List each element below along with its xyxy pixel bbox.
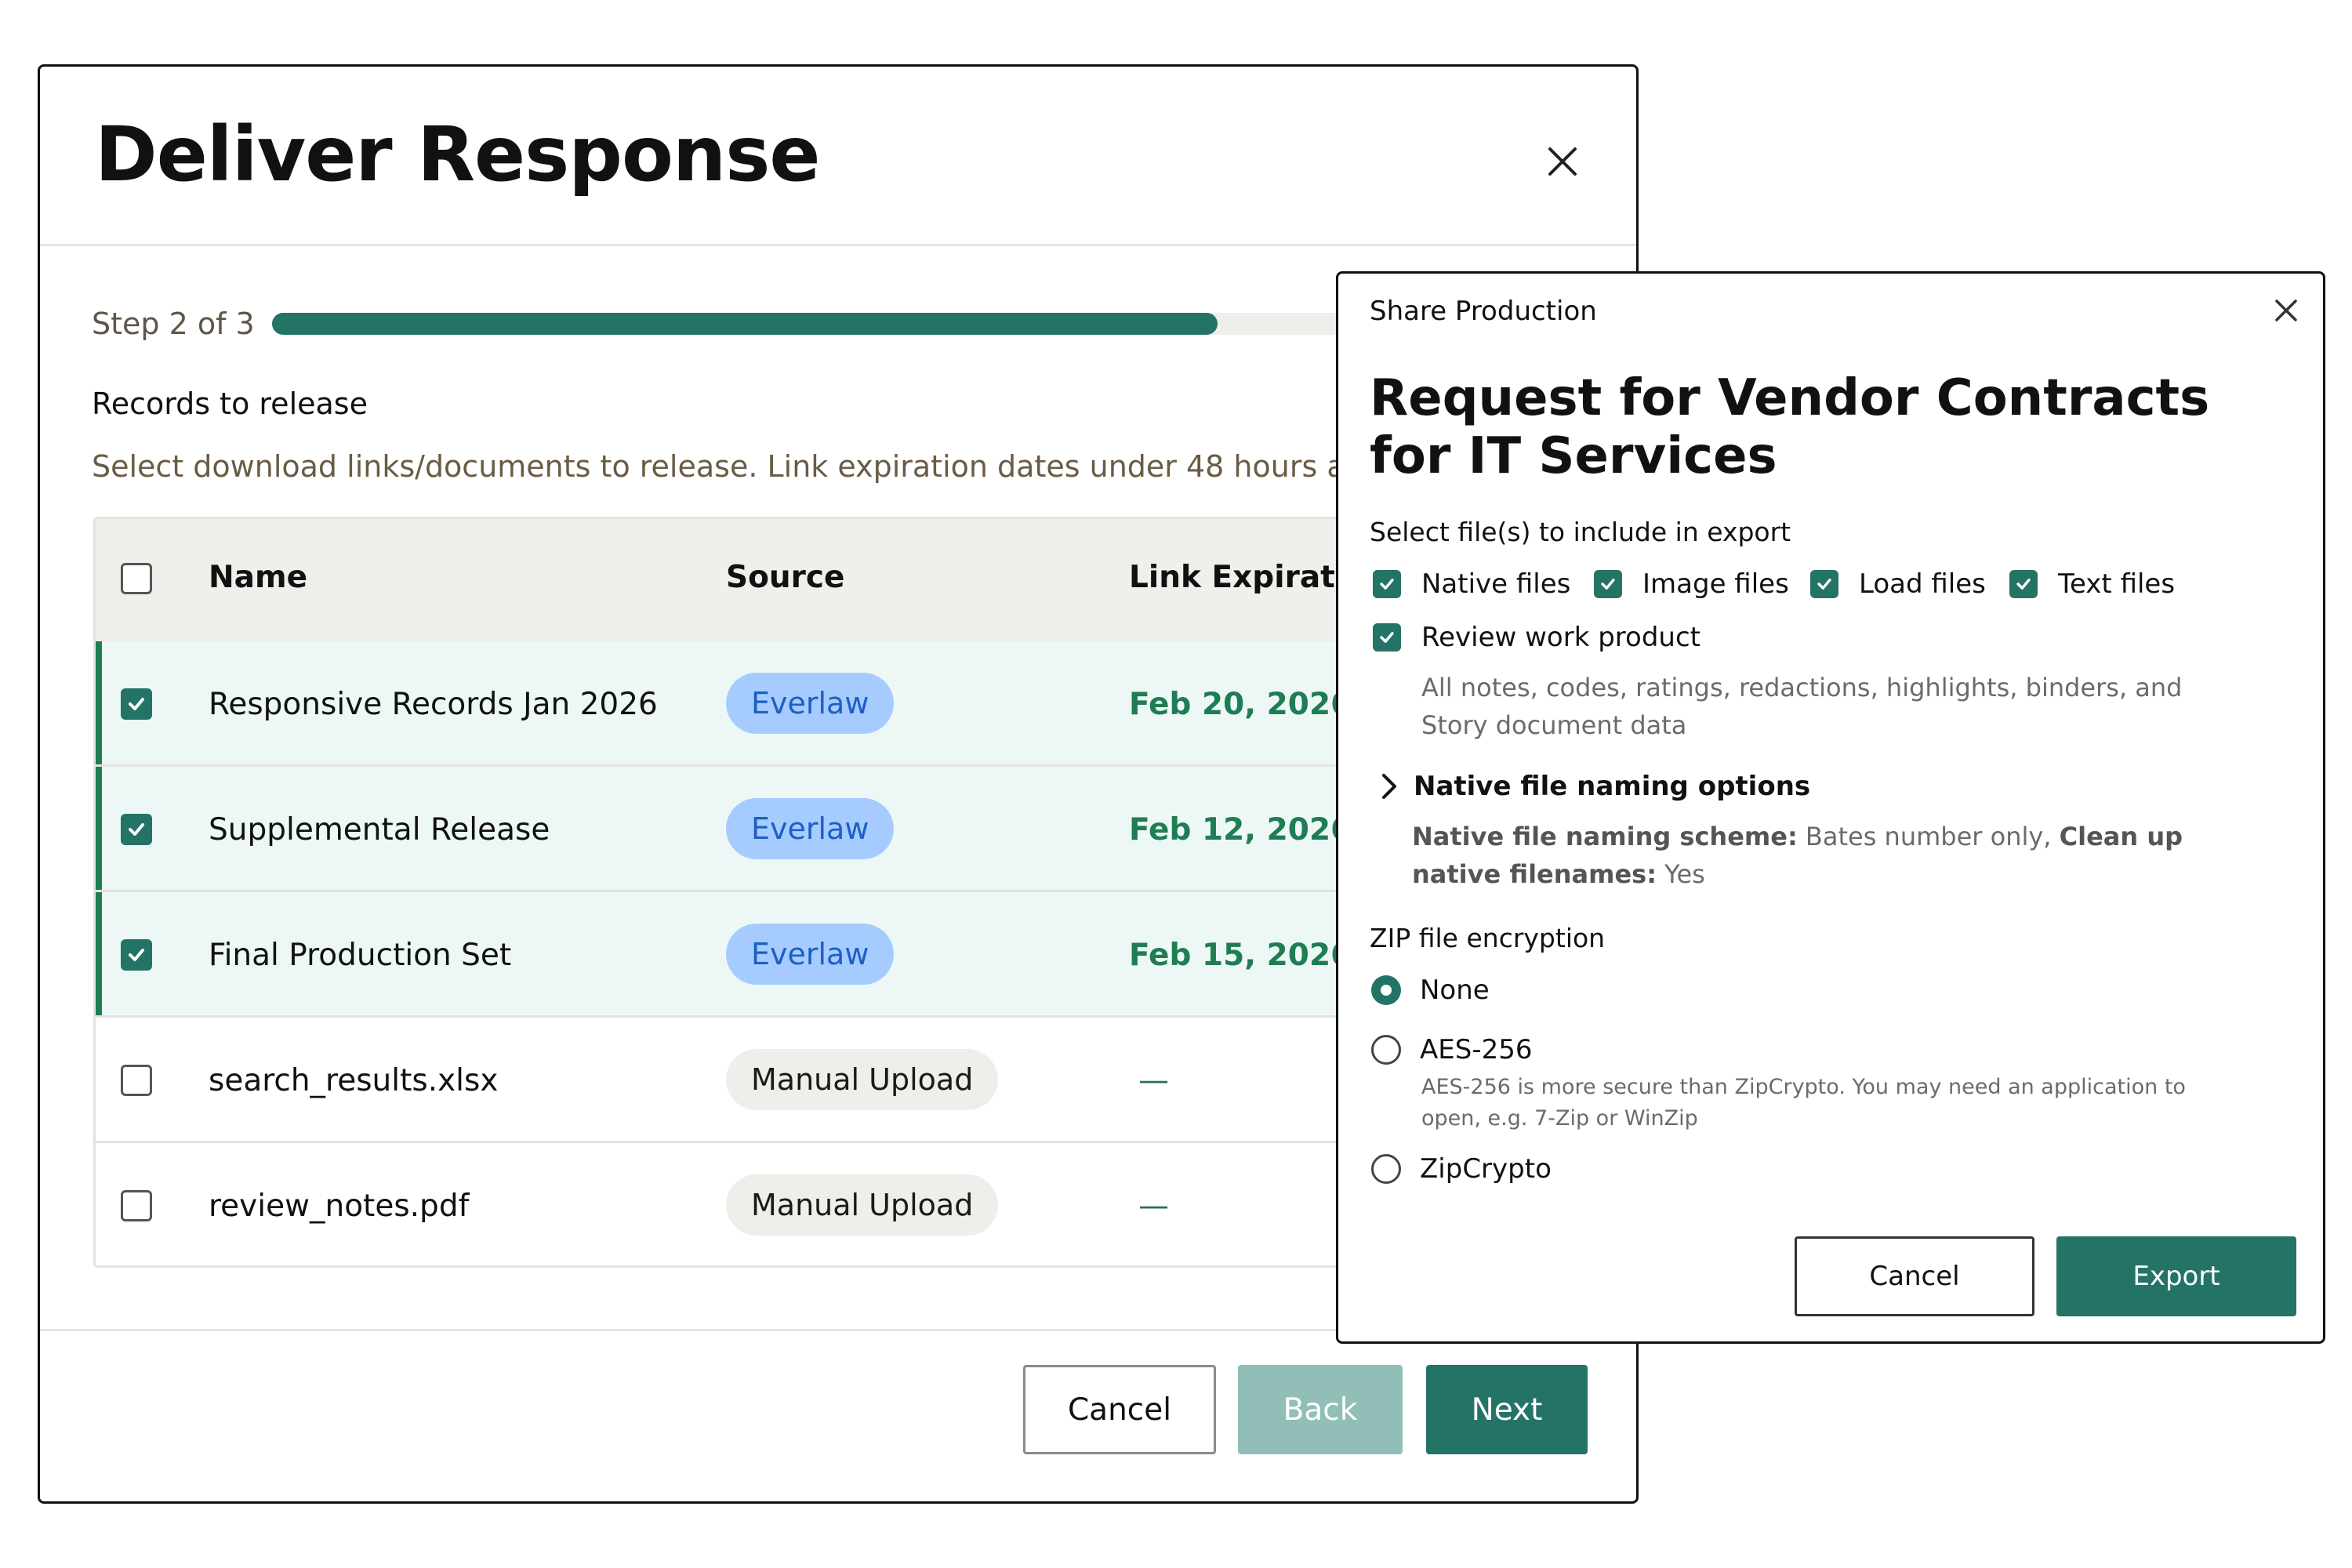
records-description: Select download links/documents to relea…: [92, 449, 1375, 484]
step-indicator: Step 2 of 3: [92, 307, 255, 341]
modal-eyebrow: Share Production: [1370, 296, 1597, 327]
option-label: AES-256: [1420, 1034, 1533, 1065]
source-badge: Everlaw: [726, 798, 895, 859]
modal-title: Deliver Response: [95, 111, 820, 198]
row-checkbox[interactable]: [121, 1065, 152, 1096]
row-checkbox[interactable]: [121, 939, 152, 971]
radio-button[interactable]: [1371, 1035, 1401, 1065]
row-name: search_results.xlsx: [209, 1063, 499, 1098]
aes-description: AES-256 is more secure than ZipCrypto. Y…: [1421, 1075, 2186, 1131]
load-files-option[interactable]: Load files: [1810, 568, 1986, 600]
native-naming-summary: Native file naming scheme: Bates number …: [1412, 818, 2259, 893]
scheme-label: Native file naming scheme:: [1412, 822, 1798, 851]
row-expiration: —: [1138, 1063, 1169, 1098]
review-work-product-description: All notes, codes, ratings, redactions, h…: [1421, 673, 2183, 740]
row-name: review_notes.pdf: [209, 1189, 470, 1224]
next-button[interactable]: Next: [1426, 1365, 1588, 1454]
column-header-source: Source: [726, 560, 845, 595]
row-expiration: —: [1138, 1189, 1169, 1224]
text-files-option[interactable]: Text files: [2009, 568, 2175, 600]
modal-title: Request for Vendor Contracts for IT Serv…: [1370, 369, 2210, 485]
header-divider: [40, 244, 1636, 246]
row-name: Supplemental Release: [209, 812, 550, 848]
cancel-button[interactable]: Cancel: [1795, 1236, 2034, 1316]
back-button[interactable]: Back: [1238, 1365, 1403, 1454]
checkbox[interactable]: [2009, 570, 2038, 598]
export-button[interactable]: Export: [2056, 1236, 2296, 1316]
row-checkbox[interactable]: [121, 814, 152, 845]
checkbox[interactable]: [1810, 570, 1838, 598]
row-checkbox[interactable]: [121, 688, 152, 720]
source-badge: Manual Upload: [726, 1174, 999, 1236]
row-name: Final Production Set: [209, 938, 512, 973]
zip-option-zipcrypto[interactable]: ZipCrypto: [1371, 1153, 1552, 1185]
select-all-checkbox[interactable]: [121, 563, 152, 594]
option-label: Native files: [1421, 568, 1571, 600]
chevron-right-icon: [1382, 774, 1396, 799]
source-badge: Everlaw: [726, 673, 895, 734]
radio-button[interactable]: [1371, 1154, 1401, 1184]
option-label: Text files: [2058, 568, 2176, 600]
option-label: Load files: [1859, 568, 1986, 600]
checkbox[interactable]: [1373, 623, 1401, 652]
zip-option-aes256[interactable]: AES-256: [1371, 1034, 1533, 1065]
close-icon[interactable]: [1535, 134, 1590, 189]
image-files-option[interactable]: Image files: [1594, 568, 1789, 600]
checkbox[interactable]: [1373, 570, 1401, 598]
cancel-button[interactable]: Cancel: [1023, 1365, 1216, 1454]
share-production-modal: Share Production Request for Vendor Cont…: [1336, 271, 2325, 1344]
scheme-value: Bates number only,: [1805, 822, 2052, 851]
source-badge: Everlaw: [726, 924, 895, 985]
close-icon[interactable]: [2265, 289, 2307, 332]
option-label: Image files: [1642, 568, 1789, 600]
zip-encryption-label: ZIP file encryption: [1370, 923, 1606, 953]
cleanup-value: Yes: [1664, 859, 1705, 889]
review-work-product-option[interactable]: Review work product: [1373, 622, 1700, 653]
column-header-name: Name: [209, 560, 308, 595]
files-section-label: Select file(s) to include in export: [1370, 517, 1791, 547]
toggle-label: Native file naming options: [1414, 771, 1811, 802]
option-label: ZipCrypto: [1420, 1153, 1552, 1185]
source-badge: Manual Upload: [726, 1049, 999, 1110]
row-checkbox[interactable]: [121, 1190, 152, 1221]
option-label: Review work product: [1421, 622, 1700, 653]
records-heading: Records to release: [92, 387, 368, 421]
checkbox[interactable]: [1594, 570, 1622, 598]
zip-option-none[interactable]: None: [1371, 975, 1490, 1006]
native-naming-toggle[interactable]: Native file naming options: [1377, 771, 1810, 802]
radio-button[interactable]: [1371, 975, 1401, 1005]
option-label: None: [1420, 975, 1490, 1006]
progress-fill: [272, 313, 1218, 335]
row-name: Responsive Records Jan 2026: [209, 687, 658, 722]
native-files-option[interactable]: Native files: [1373, 568, 1570, 600]
